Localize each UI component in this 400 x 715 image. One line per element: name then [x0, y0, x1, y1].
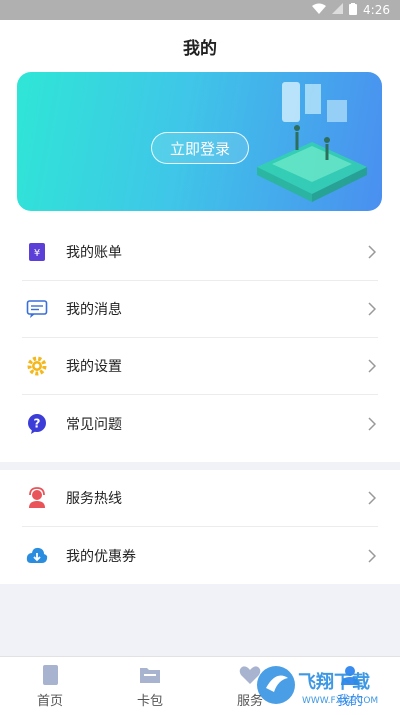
svg-text:WWW.FXXZ.COM: WWW.FXXZ.COM	[302, 696, 378, 706]
wallet-icon	[138, 664, 162, 686]
status-bar: 4:26	[0, 0, 400, 20]
menu-group-account: ¥ 我的账单 我的消息 我的设置 ? 常见问题	[0, 224, 400, 462]
menu-item-label: 常见问题	[66, 416, 122, 433]
hotline-icon	[24, 485, 50, 511]
chevron-right-icon	[366, 416, 378, 431]
login-banner: 立即登录	[17, 72, 382, 211]
menu-group-service: 服务热线 我的优惠券	[0, 470, 400, 584]
menu-item-label: 我的设置	[66, 359, 122, 375]
chevron-right-icon	[366, 302, 378, 316]
wifi-icon	[312, 3, 327, 17]
login-button[interactable]: 立即登录	[151, 132, 249, 164]
tab-home[interactable]: 首页	[0, 657, 100, 715]
menu-item-settings[interactable]: 我的设置	[22, 338, 378, 395]
menu-item-label: 我的优惠券	[66, 548, 136, 565]
menu-item-coupons[interactable]: 我的优惠券	[22, 527, 378, 584]
menu-item-messages[interactable]: 我的消息	[22, 281, 378, 338]
menu-item-label: 服务热线	[66, 491, 122, 507]
menu-item-label: 我的消息	[66, 302, 122, 318]
gear-icon	[24, 353, 50, 379]
svg-text:?: ?	[34, 416, 41, 430]
question-icon: ?	[24, 411, 50, 437]
tab-wallet[interactable]: 卡包	[100, 657, 200, 715]
chevron-right-icon	[366, 491, 378, 505]
page-title: 我的	[183, 38, 217, 59]
message-icon	[24, 296, 50, 322]
signal-icon	[332, 3, 344, 17]
home-icon	[38, 664, 62, 686]
menu-item-label: 我的账单	[66, 245, 122, 261]
isometric-illustration	[257, 82, 367, 202]
chevron-right-icon	[366, 359, 378, 373]
watermark-logo: 飞翔下载 WWW.FXXZ.COM	[257, 666, 378, 706]
svg-text:¥: ¥	[34, 248, 40, 259]
banner-area: 立即登录	[0, 72, 400, 224]
chevron-right-icon	[366, 548, 378, 563]
page-header: 我的	[0, 20, 400, 72]
chevron-right-icon	[366, 245, 378, 259]
menu-item-hotline[interactable]: 服务热线	[22, 470, 378, 527]
status-time: 4:26	[363, 3, 390, 17]
menu-item-bill[interactable]: ¥ 我的账单	[22, 224, 378, 281]
tab-label: 首页	[36, 693, 63, 709]
svg-text:飞翔下载: 飞翔下载	[298, 671, 370, 693]
coupon-download-icon	[24, 543, 50, 569]
tab-label: 卡包	[136, 693, 163, 709]
bill-icon: ¥	[24, 239, 50, 265]
battery-icon	[349, 2, 358, 18]
menu-item-faq[interactable]: ? 常见问题	[22, 395, 378, 452]
